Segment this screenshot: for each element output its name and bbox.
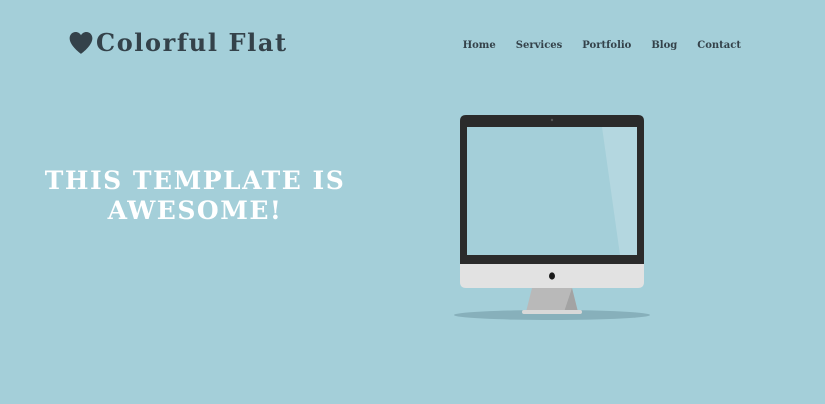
hero-heading-line-2: AWESOME! xyxy=(107,196,283,225)
brand-name: Colorful Flat xyxy=(96,28,288,57)
hero-heading-line-1: THIS TEMPLATE IS xyxy=(44,166,346,195)
apple-logo-icon xyxy=(549,272,555,280)
nav-contact[interactable]: Contact xyxy=(697,38,741,54)
monitor-stand-base xyxy=(522,310,582,314)
nav-blog[interactable]: Blog xyxy=(651,38,677,54)
site-header: Colorful Flat Home Services Portfolio Bl… xyxy=(0,0,825,90)
nav-home[interactable]: Home xyxy=(463,38,496,54)
imac-monitor-icon xyxy=(454,115,650,320)
nav-services[interactable]: Services xyxy=(516,38,563,54)
camera-icon xyxy=(550,118,554,122)
main-nav: Home Services Portfolio Blog Contact xyxy=(463,38,741,54)
logo[interactable]: Colorful Flat xyxy=(68,27,288,59)
hero-heading: THIS TEMPLATE IS AWESOME! xyxy=(40,166,350,226)
heart-icon xyxy=(69,31,93,54)
nav-portfolio[interactable]: Portfolio xyxy=(582,38,631,54)
